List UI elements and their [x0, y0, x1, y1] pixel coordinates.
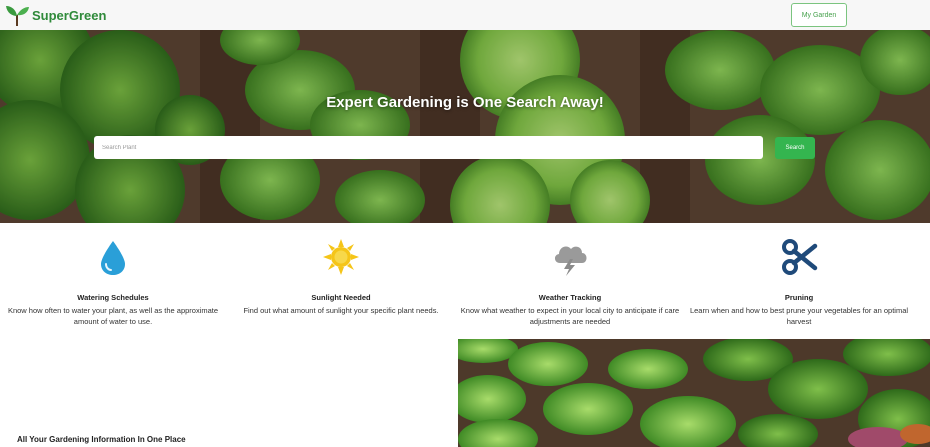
info-section: All Your Gardening Information In One Pl… [0, 339, 458, 447]
info-heading: All Your Gardening Information In One Pl… [17, 435, 186, 444]
feature-title: Watering Schedules [77, 293, 149, 302]
search-plant-input[interactable] [94, 136, 763, 159]
feature-description: Know how often to water your plant, as w… [7, 306, 219, 326]
hero-garden-image [0, 30, 930, 223]
storm-cloud-icon [554, 246, 587, 276]
navbar: SuperGreen My Garden [0, 0, 930, 30]
lettuce-garden-image [458, 339, 930, 447]
garden-photo [458, 339, 930, 447]
feature-title: Weather Tracking [538, 293, 602, 302]
hero-title: Expert Gardening is One Search Away! [326, 94, 604, 111]
feature-description: Know what weather to expect in your loca… [460, 306, 680, 326]
my-garden-button[interactable]: My Garden [791, 3, 847, 27]
hero-banner: Expert Gardening is One Search Away! Sea… [0, 30, 930, 223]
feature-description: Find out what amount of sunlight your sp… [243, 306, 439, 315]
features-section: Watering Schedules Know how often to wat… [0, 223, 930, 339]
water-drop-icon [101, 241, 125, 275]
sun-icon [323, 239, 359, 275]
feature-title: Sunlight Needed [311, 293, 371, 302]
scissors-icon [782, 239, 818, 275]
search-button[interactable]: Search [775, 137, 815, 159]
sprout-logo-icon [6, 6, 29, 26]
brand[interactable]: SuperGreen [4, 2, 106, 28]
feature-title: Pruning [784, 293, 814, 302]
brand-name: SuperGreen [32, 7, 107, 23]
feature-description: Learn when and how to best prune your ve… [689, 306, 909, 326]
